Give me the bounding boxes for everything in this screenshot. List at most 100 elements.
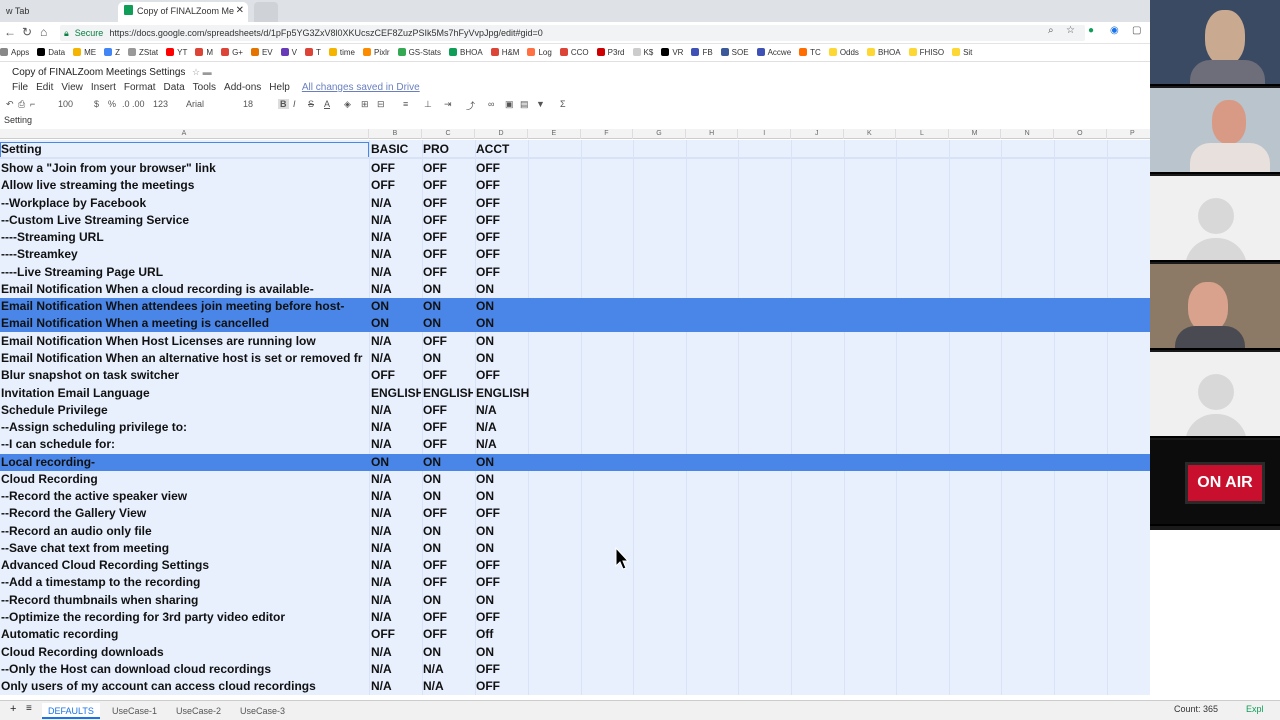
- acct-cell[interactable]: ON: [476, 593, 536, 608]
- strikethrough-icon[interactable]: S: [308, 99, 314, 109]
- acct-cell[interactable]: OFF: [476, 662, 536, 677]
- table-row[interactable]: --Record the active speaker view N/A ON ON: [0, 488, 1150, 505]
- table-row[interactable]: --Record an audio only file N/A ON ON: [0, 523, 1150, 540]
- pro-cell[interactable]: OFF: [423, 178, 473, 193]
- header-cell[interactable]: ACCT: [476, 142, 536, 157]
- column-header[interactable]: I: [738, 129, 791, 139]
- setting-cell[interactable]: --Only the Host can download cloud recor…: [1, 662, 368, 677]
- header-cell[interactable]: PRO: [423, 142, 473, 157]
- bookmark-item[interactable]: P3rd: [596, 44, 625, 61]
- bookmark-item[interactable]: YT: [166, 44, 187, 61]
- header-cell[interactable]: BASIC: [371, 142, 421, 157]
- acct-cell[interactable]: OFF: [476, 610, 536, 625]
- pro-cell[interactable]: ON: [423, 282, 473, 297]
- acct-cell[interactable]: OFF: [476, 230, 536, 245]
- acct-cell[interactable]: OFF: [476, 213, 536, 228]
- basic-cell[interactable]: N/A: [371, 196, 421, 211]
- sheet-tab[interactable]: UseCase-1: [106, 703, 163, 719]
- setting-cell[interactable]: Invitation Email Language: [1, 386, 368, 401]
- table-row[interactable]: Automatic recording OFF OFF Off: [0, 626, 1150, 643]
- basic-cell[interactable]: N/A: [371, 420, 421, 435]
- pro-cell[interactable]: ENGLISH: [423, 386, 473, 401]
- setting-cell[interactable]: --Record the active speaker view: [1, 489, 368, 504]
- bookmark-item[interactable]: GS-Stats: [397, 44, 441, 61]
- column-header[interactable]: M: [949, 129, 1002, 139]
- column-header[interactable]: A: [0, 129, 369, 139]
- bookmark-item[interactable]: Odds: [828, 44, 859, 61]
- setting-cell[interactable]: Blur snapshot on task switcher: [1, 368, 368, 383]
- setting-cell[interactable]: ----Streaming URL: [1, 230, 368, 245]
- setting-cell[interactable]: Email Notification When a meeting is can…: [1, 316, 368, 331]
- pro-cell[interactable]: OFF: [423, 368, 473, 383]
- pro-cell[interactable]: ON: [423, 455, 473, 470]
- column-header[interactable]: E: [528, 129, 581, 139]
- column-header[interactable]: K: [844, 129, 897, 139]
- basic-cell[interactable]: N/A: [371, 575, 421, 590]
- basic-cell[interactable]: N/A: [371, 472, 421, 487]
- menu-item-help[interactable]: Help: [269, 82, 290, 93]
- table-row[interactable]: Allow live streaming the meetings OFF OFF O…: [0, 177, 1150, 194]
- extension-icon[interactable]: ▢: [1132, 25, 1141, 36]
- acct-cell[interactable]: ON: [476, 524, 536, 539]
- borders-icon[interactable]: ⊞: [361, 99, 369, 110]
- table-row[interactable]: --Workplace by Facebook N/A OFF OFF: [0, 195, 1150, 212]
- bookmark-item[interactable]: V: [280, 44, 297, 61]
- bookmark-item[interactable]: Accwe: [756, 44, 791, 61]
- font-select[interactable]: Arial: [186, 99, 204, 109]
- acct-cell[interactable]: ON: [476, 645, 536, 660]
- basic-cell[interactable]: OFF: [371, 627, 421, 642]
- basic-cell[interactable]: ENGLISH: [371, 386, 421, 401]
- back-icon[interactable]: ←: [4, 25, 16, 39]
- acct-cell[interactable]: N/A: [476, 420, 536, 435]
- basic-cell[interactable]: N/A: [371, 282, 421, 297]
- home-icon[interactable]: ⌂: [40, 25, 47, 39]
- acct-cell[interactable]: ON: [476, 316, 536, 331]
- acct-cell[interactable]: ON: [476, 351, 536, 366]
- bookmark-item[interactable]: K$: [632, 44, 653, 61]
- currency-format-button[interactable]: $: [94, 99, 99, 109]
- basic-cell[interactable]: N/A: [371, 437, 421, 452]
- setting-cell[interactable]: Email Notification When an alternative h…: [1, 351, 368, 366]
- table-row[interactable]: --Only the Host can download cloud recor…: [0, 661, 1150, 678]
- setting-cell[interactable]: ----Live Streaming Page URL: [1, 265, 368, 280]
- column-header[interactable]: H: [686, 129, 739, 139]
- acct-cell[interactable]: ON: [476, 282, 536, 297]
- basic-cell[interactable]: N/A: [371, 489, 421, 504]
- table-row[interactable]: Email Notification When a meeting is can…: [0, 315, 1150, 333]
- setting-cell[interactable]: Allow live streaming the meetings: [1, 178, 368, 193]
- basic-cell[interactable]: N/A: [371, 213, 421, 228]
- basic-cell[interactable]: N/A: [371, 645, 421, 660]
- acct-cell[interactable]: OFF: [476, 265, 536, 280]
- print-icon[interactable]: ⎙: [18, 99, 25, 110]
- table-row[interactable]: --Assign scheduling privilege to: N/A OFF N…: [0, 419, 1150, 436]
- bookmark-item[interactable]: Log: [527, 44, 552, 61]
- browser-tab-newtab[interactable]: w Tab: [0, 2, 115, 22]
- column-header[interactable]: F: [581, 129, 634, 139]
- menu-item-tools[interactable]: Tools: [193, 82, 216, 93]
- align-icon[interactable]: ≡: [403, 99, 408, 109]
- pro-cell[interactable]: ON: [423, 541, 473, 556]
- setting-cell[interactable]: Email Notification When a cloud recordin…: [1, 282, 368, 297]
- pro-cell[interactable]: ON: [423, 351, 473, 366]
- basic-cell[interactable]: N/A: [371, 334, 421, 349]
- acct-cell[interactable]: OFF: [476, 575, 536, 590]
- pro-cell[interactable]: OFF: [423, 196, 473, 211]
- all-sheets-icon[interactable]: ≡: [26, 703, 32, 714]
- bookmark-item[interactable]: Sit: [952, 44, 972, 61]
- menu-item-add-ons[interactable]: Add-ons: [224, 82, 261, 93]
- acct-cell[interactable]: OFF: [476, 368, 536, 383]
- column-header[interactable]: D: [475, 129, 528, 139]
- header-cell[interactable]: Setting: [1, 142, 368, 157]
- bookmark-item[interactable]: BHOA: [866, 44, 901, 61]
- basic-cell[interactable]: N/A: [371, 265, 421, 280]
- setting-cell[interactable]: Automatic recording: [1, 627, 368, 642]
- pro-cell[interactable]: ON: [423, 316, 473, 331]
- merge-icon[interactable]: ⊟: [377, 99, 385, 110]
- sheet-grid[interactable]: Setting BASIC PRO ACCT Show a "Join from…: [0, 140, 1150, 695]
- basic-cell[interactable]: ON: [371, 299, 421, 314]
- fill-color-icon[interactable]: ◈: [344, 99, 351, 110]
- pro-cell[interactable]: OFF: [423, 161, 473, 176]
- setting-cell[interactable]: --Assign scheduling privilege to:: [1, 420, 368, 435]
- new-tab-button[interactable]: [254, 2, 278, 22]
- menu-item-format[interactable]: Format: [124, 82, 156, 93]
